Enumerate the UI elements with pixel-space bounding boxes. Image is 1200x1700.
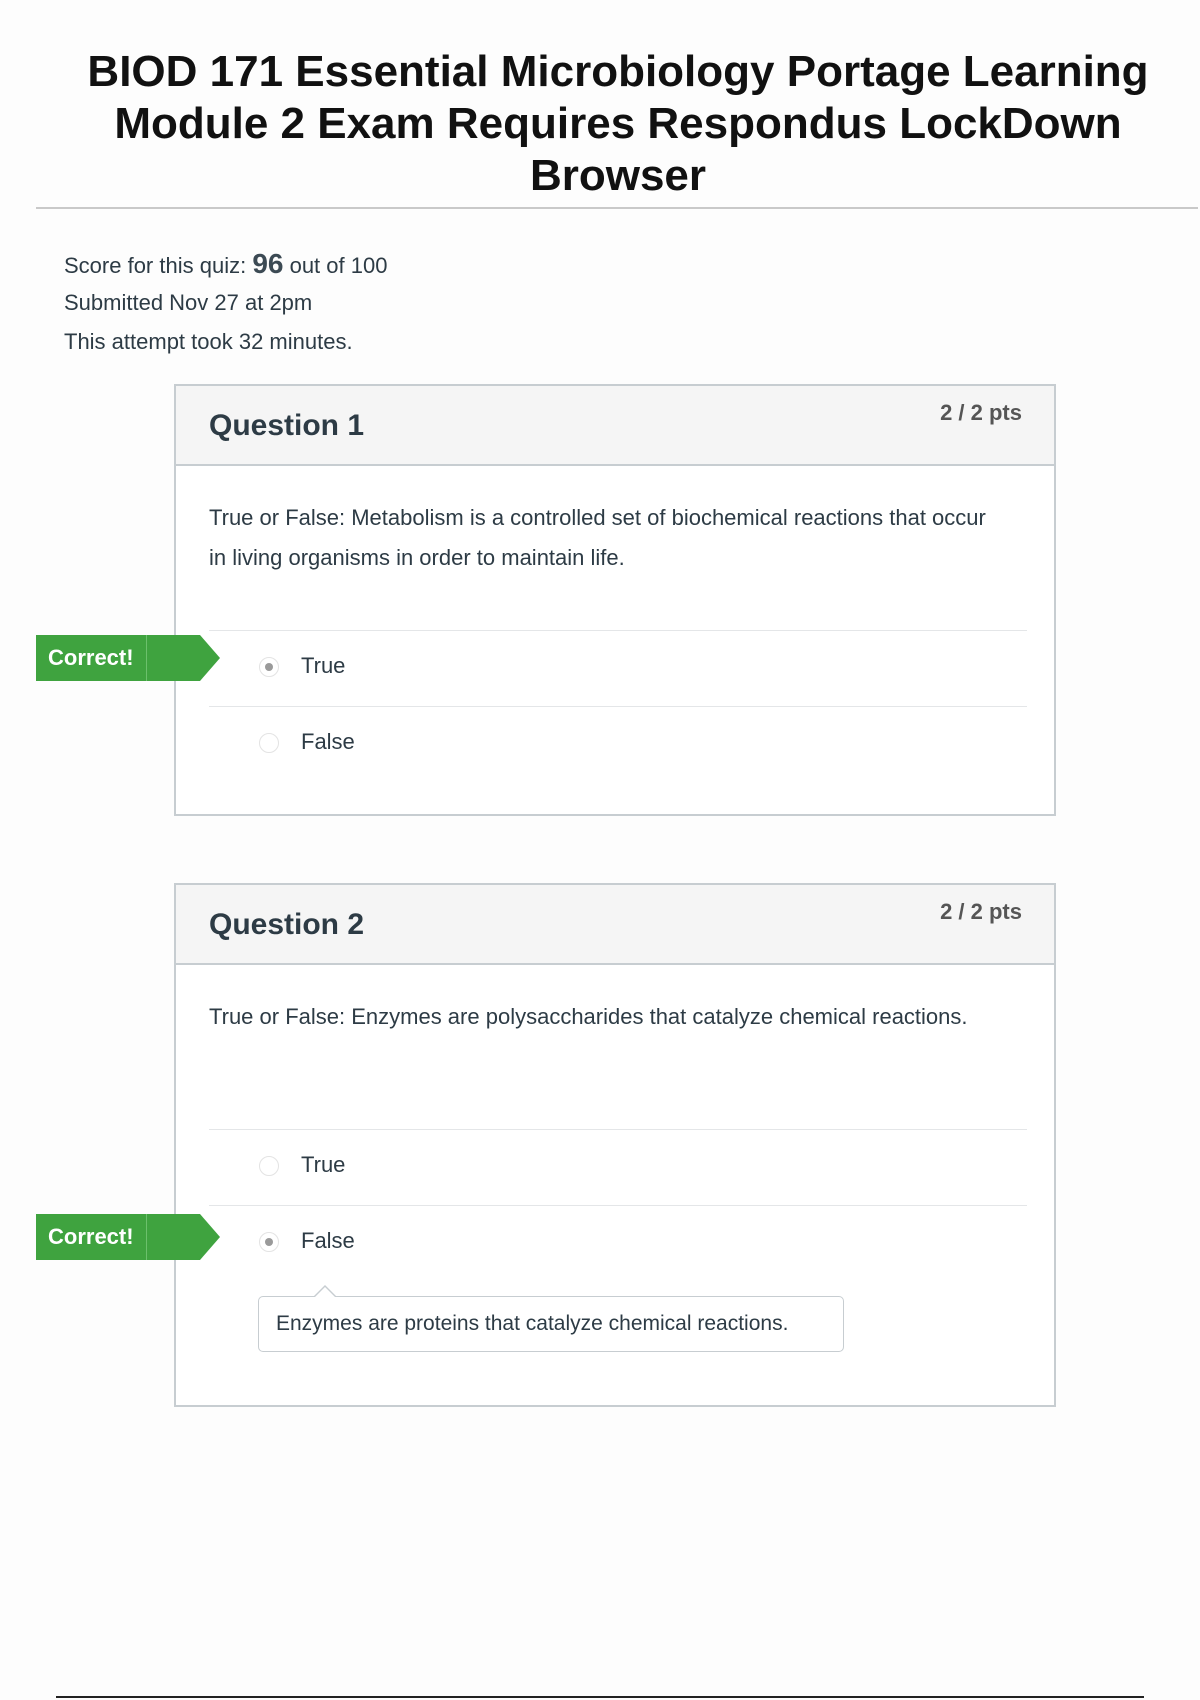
answer-label: False <box>301 729 355 754</box>
answer-option-false[interactable]: False <box>209 706 1027 782</box>
question-header: Question 1 2 / 2 pts <box>176 386 1054 466</box>
score-value: 96 <box>252 248 284 279</box>
attempt-duration: This attempt took 32 minutes. <box>64 329 353 354</box>
score-prefix: Score for this quiz: <box>64 253 253 278</box>
document-title: BIOD 171 Essential Microbiology Portage … <box>87 47 1149 200</box>
correct-answer-tag: Correct! <box>36 635 220 681</box>
submitted-time: Submitted Nov 27 at 2pm <box>64 290 313 315</box>
question-title: Question 2 <box>209 908 365 941</box>
question-header: Question 2 2 / 2 pts <box>176 885 1054 965</box>
quiz-summary: Score for this quiz: 96 out of 100 Submi… <box>64 244 387 361</box>
answer-label: True <box>301 1152 346 1177</box>
radio-selected-icon[interactable] <box>259 1232 279 1252</box>
answer-label: True <box>301 653 346 678</box>
answer-option-true[interactable]: True <box>209 630 1027 706</box>
question-title: Question 1 <box>209 409 365 442</box>
score-suffix: out of 100 <box>283 253 388 278</box>
question-points: 2 / 2 pts <box>940 400 1022 425</box>
question-text: True or False: Metabolism is a controlle… <box>209 505 986 570</box>
question-points: 2 / 2 pts <box>940 899 1022 924</box>
question-text: True or False: Enzymes are polysaccharid… <box>209 1004 968 1029</box>
question-1: Question 1 2 / 2 pts True or False: Meta… <box>174 384 1056 816</box>
answer-comment: Enzymes are proteins that catalyze chemi… <box>258 1285 844 1352</box>
title-divider <box>36 207 1198 209</box>
radio-icon[interactable] <box>259 1156 279 1176</box>
answer-option-true[interactable]: True <box>209 1129 1027 1205</box>
question-2: Question 2 2 / 2 pts True or False: Enzy… <box>174 883 1056 1407</box>
score-line: Score for this quiz: 96 out of 100 <box>64 244 387 283</box>
footer-divider <box>56 1696 1144 1698</box>
radio-selected-icon[interactable] <box>259 657 279 677</box>
correct-answer-tag: Correct! <box>36 1214 220 1260</box>
radio-icon[interactable] <box>259 733 279 753</box>
answer-option-false[interactable]: False <box>209 1205 1027 1281</box>
answer-label: False <box>301 1228 355 1253</box>
